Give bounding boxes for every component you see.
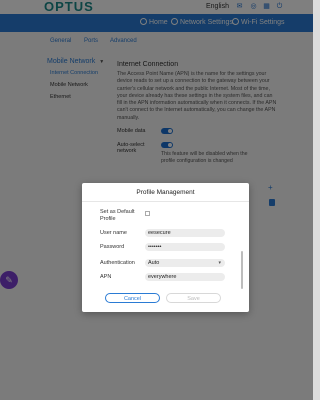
apn-label: APN [100,274,112,280]
save-button[interactable]: Save [166,293,221,303]
password-label: Password [100,244,125,250]
dialog-title: Profile Management [136,189,195,196]
password-input[interactable]: ••••••• [145,243,225,251]
username-input[interactable]: eesecure [145,229,225,237]
cancel-button[interactable]: Cancel [105,293,160,303]
username-label: User name [100,230,127,236]
profile-management-dialog: Profile Management Set as Default Profil… [82,183,249,312]
dialog-divider [82,201,249,202]
authentication-select[interactable]: Auto ▾ [145,259,225,267]
dialog-scrollbar[interactable] [241,251,243,289]
chevron-down-icon: ▾ [218,260,221,266]
default-profile-label: Set as Default Profile [100,209,135,222]
apn-input[interactable]: everywhere [145,273,225,281]
authentication-value: Auto [148,260,160,266]
authentication-label: Authentication [100,260,135,266]
default-profile-checkbox[interactable] [145,211,150,216]
